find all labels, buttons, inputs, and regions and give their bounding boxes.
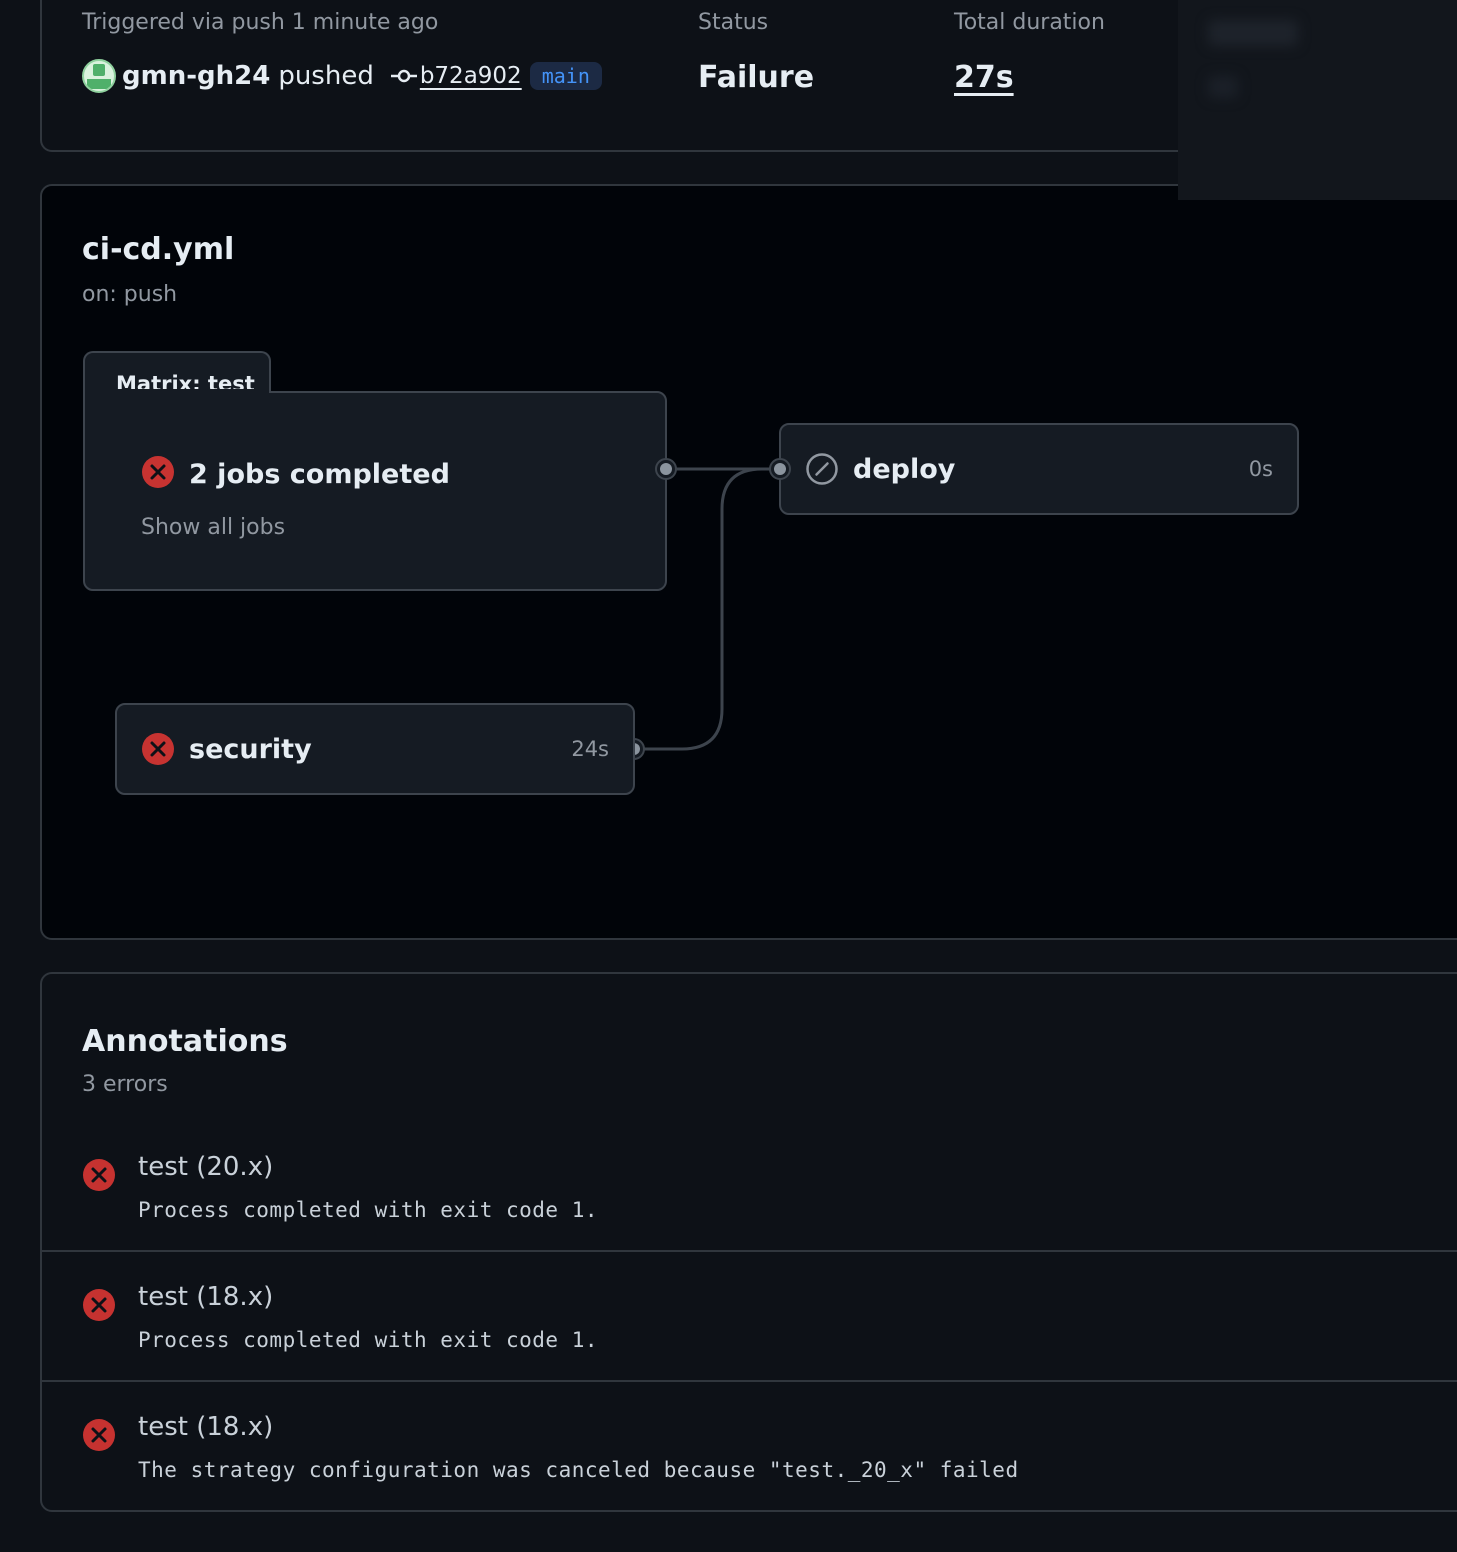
commit-sha-link[interactable]: b72a902 — [420, 63, 522, 89]
push-action-text: pushed — [278, 61, 374, 91]
duration-label: Total duration — [954, 10, 1105, 35]
annotation-item[interactable]: test (18.x) Process completed with exit … — [42, 1252, 1457, 1382]
git-commit-icon — [390, 66, 418, 86]
blurred-region — [1178, 0, 1457, 200]
workflow-run-page: Triggered via push 1 minute ago Status T… — [0, 0, 1457, 1552]
x-circle-fill-icon — [82, 1288, 116, 1322]
annotations-card: Annotations 3 errors test (20.x) Process… — [40, 972, 1457, 1512]
annotation-title[interactable]: test (20.x) — [138, 1152, 273, 1182]
x-circle-fill-icon — [82, 1418, 116, 1452]
annotation-item[interactable]: test (18.x) The strategy configuration w… — [42, 1382, 1457, 1512]
status-label: Status — [698, 10, 769, 35]
trigger-text: Triggered via push 1 minute ago — [82, 10, 439, 35]
branch-badge[interactable]: main — [529, 62, 602, 90]
annotations-title: Annotations — [82, 1024, 288, 1059]
blurred-text — [1208, 76, 1238, 98]
blurred-text — [1208, 20, 1298, 46]
x-circle-fill-icon — [82, 1158, 116, 1192]
push-info-row: gmn-gh24 pushed b72a902 main — [82, 56, 602, 96]
annotation-title[interactable]: test (18.x) — [138, 1282, 273, 1312]
annotations-count: 3 errors — [82, 1072, 168, 1097]
workflow-graph-card: ci-cd.yml on: push Matrix: test 2 jobs c… — [40, 184, 1457, 940]
status-value: Failure — [698, 60, 815, 95]
avatar[interactable] — [82, 59, 116, 93]
annotation-title[interactable]: test (18.x) — [138, 1412, 273, 1442]
annotation-message: Process completed with exit code 1. — [138, 1328, 599, 1352]
annotation-item[interactable]: test (20.x) Process completed with exit … — [42, 1122, 1457, 1252]
actor-link[interactable]: gmn-gh24 — [122, 61, 270, 91]
annotation-message: Process completed with exit code 1. — [138, 1198, 599, 1222]
deploy-input-dot — [769, 458, 791, 480]
total-duration-link[interactable]: 27s — [954, 60, 1014, 95]
annotation-message: The strategy configuration was canceled … — [138, 1458, 1019, 1482]
